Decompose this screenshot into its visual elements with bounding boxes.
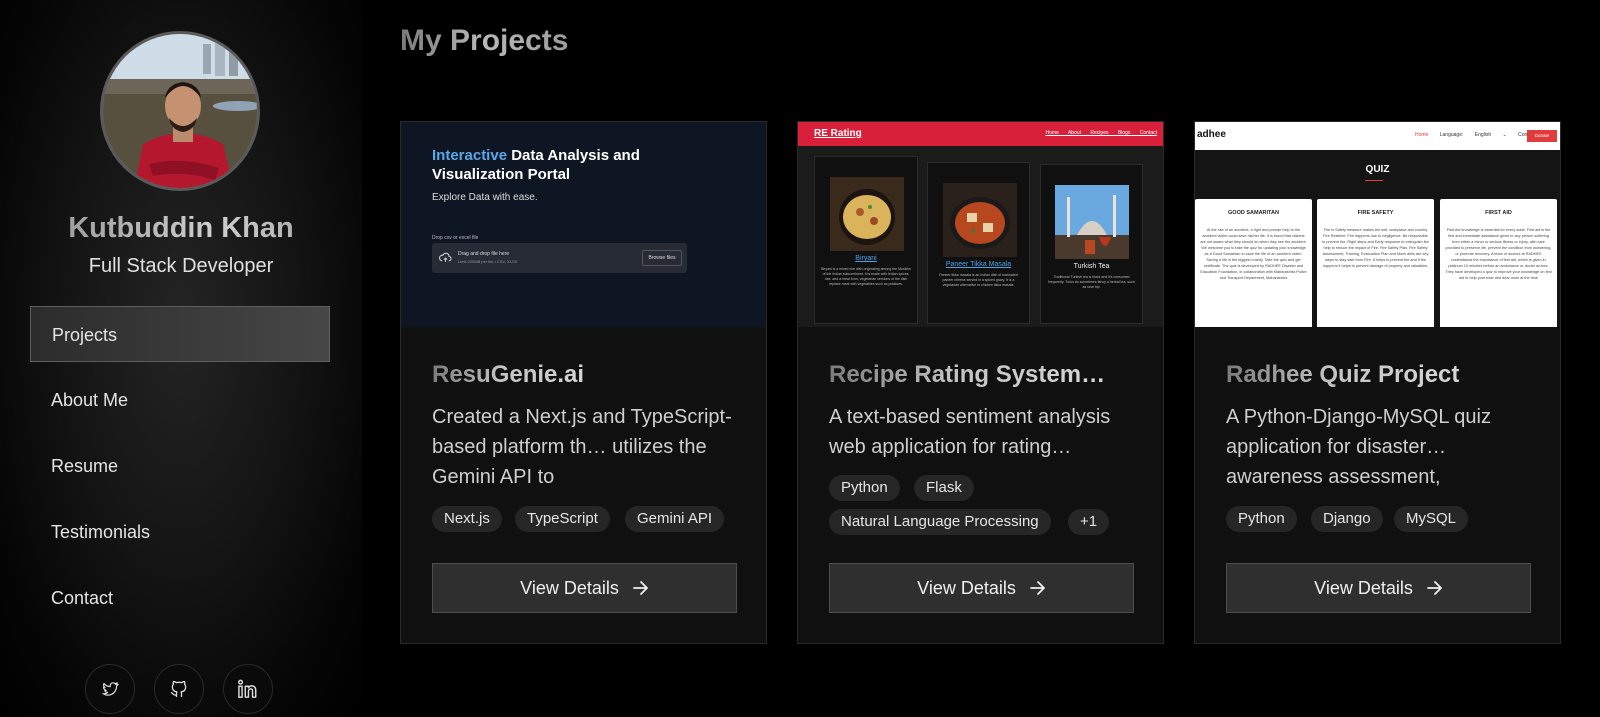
thumb-logo: adhee <box>1197 129 1226 140</box>
quiz-title: FIRE SAFETY <box>1357 210 1394 216</box>
recipe-text: Traditional Turkish tea is black and it'… <box>1048 275 1135 289</box>
quiz-card: FIRE SAFETY Fire is Safety measure makes… <box>1317 199 1434 327</box>
card-title: Radhee Quiz Project <box>1226 361 1460 388</box>
quiz-text: At the site of an accident, a right and … <box>1200 228 1307 280</box>
linkedin-icon <box>237 679 257 698</box>
sidebar-item-testimonials[interactable]: Testimonials <box>30 504 330 560</box>
view-details-label: View Details <box>917 577 1016 598</box>
thumb-drop-text: Drag and drop file here <box>458 251 510 257</box>
tag: Natural Language Processing <box>829 509 1051 535</box>
sidebar: Kutbuddin Khan Full Stack Developer Proj… <box>0 0 362 717</box>
card-title: ResuGenie.ai <box>432 361 585 388</box>
recipe-card: Paneer Tikka Masala Paneer tikka masala … <box>927 162 1030 324</box>
cloud-upload-icon <box>439 252 452 262</box>
view-details-button[interactable]: View Details <box>432 563 737 613</box>
view-details-label: View Details <box>520 577 619 598</box>
view-details-button[interactable]: View Details <box>829 563 1134 613</box>
thumb-subtitle: Explore Data with ease. <box>432 192 538 203</box>
tag: Python <box>1226 506 1297 532</box>
avatar <box>100 31 260 191</box>
card-title: Recipe Rating System… <box>829 361 1106 388</box>
thumb-browse-button: Browse files <box>642 250 682 266</box>
quiz-title: FIRST AID <box>1485 210 1512 216</box>
view-details-label: View Details <box>1314 577 1413 598</box>
recipe-name: Turkish Tea <box>1073 263 1110 270</box>
sidebar-item-about-me[interactable]: About Me <box>30 372 330 428</box>
quiz-card: GOOD SAMARITAN At the site of an acciden… <box>1195 199 1312 327</box>
sidebar-item-contact[interactable]: Contact <box>30 570 330 626</box>
tag-more[interactable]: +1 <box>1068 509 1110 535</box>
recipe-card: Biryani Biryani is a mixed rice dish ori… <box>814 156 918 324</box>
project-thumbnail[interactable]: Interactive Data Analysis and Visualizati… <box>401 122 766 327</box>
tag: Flask <box>914 475 974 501</box>
project-thumbnail[interactable]: RE Rating Home About Recipes Blogs Conta… <box>798 122 1163 327</box>
recipe-text: Biryani is a mixed rice dish originating… <box>821 267 911 286</box>
quiz-text: First Aid knowledge is essential for eve… <box>1445 228 1552 280</box>
paneer-image <box>943 183 1017 257</box>
tag: Gemini API <box>625 506 725 532</box>
thumb-underline <box>1365 180 1383 181</box>
project-thumbnail[interactable]: adhee Home Language: English ⌄ Contact D… <box>1195 122 1560 327</box>
thumb-drop-label: Drop csv or excel file <box>432 235 479 241</box>
thumb-quiz-heading: QUIZ <box>1365 164 1390 175</box>
thumb-nav-links: Home Language: English ⌄ Contact <box>1415 132 1536 138</box>
view-details-button[interactable]: View Details <box>1226 563 1531 613</box>
project-card-recipe-rating: RE Rating Home About Recipes Blogs Conta… <box>797 121 1164 644</box>
sidebar-item-resume[interactable]: Resume <box>30 438 330 494</box>
project-card-resugenie: Interactive Data Analysis and Visualizati… <box>400 121 767 644</box>
thumb-nav-links: Home About Recipes Blogs Contact <box>1045 130 1158 136</box>
github-icon <box>170 680 187 698</box>
card-description: Created a Next.js and TypeScript-based p… <box>432 406 732 488</box>
profile-photo <box>103 34 257 188</box>
twitter-icon <box>102 682 119 696</box>
thumb-navbar: RE Rating Home About Recipes Blogs Conta… <box>798 122 1163 146</box>
arrow-right-icon <box>632 581 648 595</box>
tag: Next.js <box>432 506 502 532</box>
tag: Django <box>1311 506 1383 532</box>
sidebar-item-projects[interactable]: Projects <box>30 306 330 362</box>
tag: Python <box>829 475 900 501</box>
quiz-text: Fire is Safety measure makes the self, w… <box>1322 228 1429 268</box>
github-link[interactable] <box>154 664 204 714</box>
thumb-navbar: adhee Home Language: English ⌄ Contact D… <box>1195 122 1560 150</box>
recipe-name: Paneer Tikka Masala <box>945 261 1012 268</box>
arrow-right-icon <box>1029 581 1045 595</box>
page-title: My Projects <box>400 24 569 57</box>
profile-role: Full Stack Developer <box>88 255 274 277</box>
linkedin-link[interactable] <box>223 664 273 714</box>
profile-name: Kutbuddin Khan <box>0 212 362 245</box>
project-card-radhee-quiz: adhee Home Language: English ⌄ Contact D… <box>1194 121 1561 644</box>
quiz-card: FIRST AID First Aid knowledge is essenti… <box>1440 199 1557 327</box>
tag: MySQL <box>1394 506 1469 532</box>
card-description: A text-based sentiment analysis web appl… <box>829 406 1111 458</box>
tag: TypeScript <box>515 506 610 532</box>
thumb-donate: Donate <box>1527 130 1557 142</box>
thumb-drop-limit: Limit 200MB per file • CSV, XLSX <box>458 259 518 264</box>
biryani-image <box>830 177 904 251</box>
recipe-name: Biryani <box>855 255 877 262</box>
card-description: A Python-Django-MySQL quiz application f… <box>1226 406 1491 488</box>
thumb-brand: RE Rating <box>814 128 862 139</box>
recipe-card: Turkish Tea Traditional Turkish tea is b… <box>1040 164 1143 324</box>
thumb-dropzone: Drag and drop file here Limit 200MB per … <box>432 243 687 273</box>
quiz-title: GOOD SAMARITAN <box>1228 210 1279 216</box>
twitter-link[interactable] <box>85 664 135 714</box>
arrow-right-icon <box>1426 581 1442 595</box>
turkish-tea-image <box>1055 185 1129 259</box>
recipe-text: Paneer tikka masala is an Indian dish of… <box>939 273 1018 287</box>
thumb-heading: Interactive Data Analysis and Visualizati… <box>432 147 640 183</box>
